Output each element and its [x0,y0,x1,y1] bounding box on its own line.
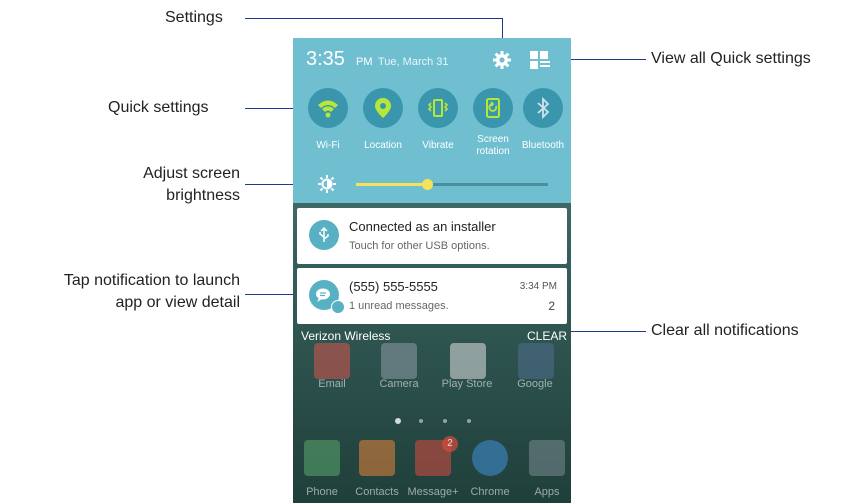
screen-rotation-toggle[interactable] [473,88,513,128]
callout-notification: Tap notification to launch app or view d… [8,270,240,314]
clear-all-button[interactable]: CLEAR [527,329,567,343]
play-store-app-icon[interactable] [450,343,486,379]
page-dot [443,419,447,423]
wifi-label: Wi-Fi [316,140,340,151]
callout-view-all-quick-settings: View all Quick settings [651,50,811,67]
callout-clear-all: Clear all notifications [651,322,799,339]
message-sub-badge [331,300,345,314]
view-all-quick-settings-button[interactable] [529,50,551,70]
message-notification-title: (555) 555-5555 [349,279,438,294]
apps-icon[interactable] [529,440,565,476]
callout-brightness: Adjust screen brightness [113,163,240,207]
camera-app-label: Camera [379,378,419,390]
google-app-label: Google [517,378,553,390]
bluetooth-label: Bluetooth [521,140,565,151]
callout-brightness-line1: Adjust screen [143,165,240,182]
brightness-icon [318,175,336,193]
brightness-slider-fill [356,183,428,186]
message-notification-count: 2 [548,299,555,313]
usb-notification[interactable]: Connected as an installer Touch for othe… [297,208,567,264]
page-dot [419,419,423,423]
camera-app-icon[interactable] [381,343,417,379]
bluetooth-toggle[interactable] [523,88,563,128]
usb-notification-icon-bg [309,220,339,250]
wifi-icon [318,100,338,118]
google-app-icon[interactable] [518,343,554,379]
page-dot [467,419,471,423]
apps-label: Apps [534,486,560,498]
leader-view-all [560,59,646,60]
email-app-icon[interactable] [314,343,350,379]
status-ampm: PM [356,56,373,68]
phone-app-label: Phone [306,486,338,498]
leader-clear-all [568,331,646,332]
contacts-app-label: Contacts [355,486,399,498]
chrome-app-icon[interactable] [472,440,508,476]
grid-edit-icon [530,51,550,69]
gear-icon [493,51,511,69]
location-toggle[interactable] [363,88,403,128]
message-notification-subtitle: 1 unread messages. [349,300,449,312]
location-label: Location [364,140,402,151]
callout-quick-settings: Quick settings [108,99,209,116]
message-plus-app-label: Message+ [407,486,459,498]
message-notification-time: 3:34 PM [519,281,557,292]
callout-brightness-line2: brightness [166,187,240,204]
phone-screen: Email Camera Play Store Google 2 Phone C… [293,38,571,503]
callout-settings: Settings [165,9,223,26]
carrier-name: Verizon Wireless [301,329,391,343]
notification-panel: 3:35 PM Tue, March 31 Wi-Fi Location Vib… [293,38,571,203]
phone-app-icon[interactable] [304,440,340,476]
bluetooth-icon [537,96,550,120]
vibrate-icon [427,99,449,117]
vibrate-label: Vibrate [422,140,454,151]
callout-notification-line1: Tap notification to launch [63,272,240,289]
usb-notification-subtitle: Touch for other USB options. [349,240,490,252]
page-dot-active [395,418,401,424]
location-icon [375,98,391,118]
settings-gear-button[interactable] [492,50,512,70]
callout-notification-line2: app or view detail [115,294,240,311]
vibrate-toggle[interactable] [418,88,458,128]
play-store-app-label: Play Store [441,378,493,390]
usb-icon [319,226,329,242]
brightness-slider[interactable] [356,179,548,190]
email-app-label: Email [318,378,346,390]
contacts-app-icon[interactable] [359,440,395,476]
brightness-slider-knob[interactable] [422,179,434,190]
status-date: Tue, March 31 [378,56,449,68]
leader-settings-h [245,18,502,19]
wifi-toggle[interactable] [308,88,348,128]
message-badge: 2 [442,436,458,452]
status-time: 3:35 [306,48,345,70]
message-notification[interactable]: (555) 555-5555 1 unread messages. 3:34 P… [297,268,567,324]
chrome-app-label: Chrome [470,486,510,498]
page-indicator [395,418,475,424]
screen-rotation-icon [486,98,500,118]
usb-notification-title: Connected as an installer [349,219,496,234]
